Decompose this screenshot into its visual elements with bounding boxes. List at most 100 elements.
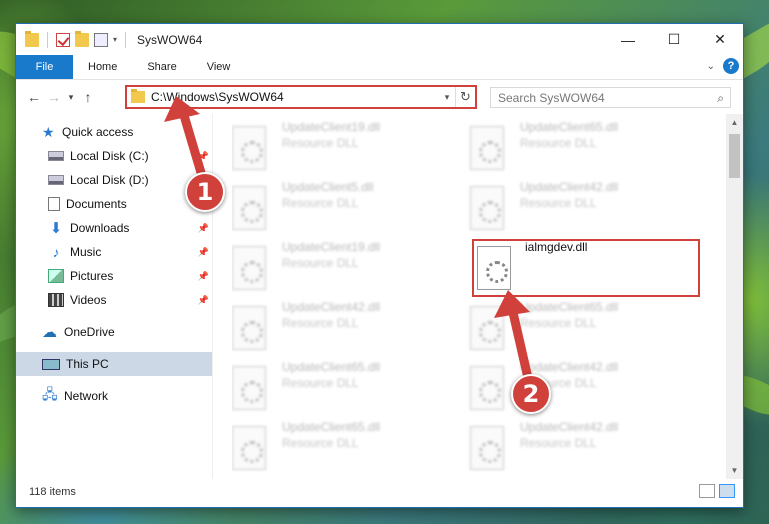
file-name: UpdateClient65.dll <box>282 360 381 374</box>
back-arrow-icon[interactable]: ← <box>24 89 44 105</box>
tab-home[interactable]: Home <box>73 55 132 79</box>
file-item[interactable]: UpdateClient42.dll Resource DLL <box>470 360 700 416</box>
dll-file-icon <box>470 426 504 470</box>
pin-icon[interactable]: 📌 <box>198 223 209 234</box>
sidebar-item-label: Downloads <box>70 221 130 235</box>
file-name: UpdateClient5.dll <box>282 180 374 194</box>
sidebar-item-network[interactable]: 🖧 Network <box>16 384 212 408</box>
sidebar-item-local-disk-c[interactable]: Local Disk (C:) 📌 <box>16 144 212 168</box>
tab-view[interactable]: View <box>192 55 246 79</box>
vertical-scrollbar[interactable]: ▲ ▼ <box>726 114 743 479</box>
customize-icon[interactable] <box>94 32 108 47</box>
divider <box>47 31 48 48</box>
sidebar-item-videos[interactable]: Videos 📌 <box>16 288 212 312</box>
pin-icon[interactable]: 📌 <box>198 295 209 306</box>
window-title: SysWOW64 <box>137 32 203 47</box>
pin-icon[interactable]: 📌 <box>198 151 209 162</box>
address-dropdown-icon[interactable]: ▾ <box>439 92 455 103</box>
sidebar-item-label: Documents <box>66 197 127 211</box>
close-button[interactable]: ✕ <box>697 24 743 55</box>
file-name: UpdateClient42.dll <box>520 180 619 194</box>
star-icon: ★ <box>42 123 55 140</box>
sidebar-item-documents[interactable]: Documents 📌 <box>16 192 212 216</box>
file-type: Resource DLL <box>520 316 597 330</box>
maximize-button[interactable]: ☐ <box>651 24 697 55</box>
sidebar-item-downloads[interactable]: ⬇ Downloads 📌 <box>16 216 212 240</box>
minimize-button[interactable]: — <box>605 24 651 55</box>
step-badge-1: 1 <box>185 172 225 212</box>
new-folder-icon[interactable] <box>75 30 89 47</box>
file-name: UpdateClient42.dll <box>520 360 619 374</box>
scroll-up-icon[interactable]: ▲ <box>726 114 743 131</box>
sidebar-item-music[interactable]: ♪ Music 📌 <box>16 240 212 264</box>
ribbon-tabs: File Home Share View ⌄ ? <box>16 55 743 80</box>
ribbon-controls: ⌄ ? <box>707 58 739 74</box>
file-name: UpdateClient19.dll <box>282 120 381 134</box>
forward-arrow-icon[interactable]: → <box>44 89 64 105</box>
sidebar-item-label: Videos <box>70 293 107 307</box>
sidebar-item-label: Quick access <box>62 125 134 139</box>
file-item[interactable]: UpdateClient65.dll Resource DLL <box>470 300 700 356</box>
file-item[interactable]: UpdateClient65.dll Resource DLL <box>470 120 700 176</box>
address-bar[interactable]: C:\Windows\SysWOW64 ▾ ↻ <box>125 85 477 109</box>
sidebar-item-local-disk-d[interactable]: Local Disk (D:) 📌 <box>16 168 212 192</box>
file-item[interactable]: UpdateClient5.dll Resource DLL <box>232 180 462 236</box>
help-icon[interactable]: ? <box>723 58 739 74</box>
sidebar-item-onedrive[interactable]: ☁ OneDrive <box>16 320 212 344</box>
file-name: UpdateClient42.dll <box>282 300 381 314</box>
sidebar-item-this-pc[interactable]: This PC <box>16 352 212 376</box>
file-item[interactable]: UpdateClient42.dll Resource DLL <box>232 300 462 356</box>
address-path[interactable]: C:\Windows\SysWOW64 <box>151 90 439 104</box>
film-icon <box>48 293 64 307</box>
tab-file[interactable]: File <box>16 55 73 79</box>
search-input[interactable]: Search SysWOW64 ⌕ <box>490 87 731 108</box>
dll-file-icon <box>232 366 266 410</box>
pin-icon[interactable]: 📌 <box>198 247 209 258</box>
properties-check-icon[interactable] <box>56 32 70 47</box>
tab-share[interactable]: Share <box>132 55 191 79</box>
file-item[interactable]: UpdateClient65.dll Resource DLL <box>232 360 462 416</box>
folder-icon[interactable] <box>25 30 39 47</box>
file-name: UpdateClient65.dll <box>520 300 619 314</box>
dll-file-icon <box>232 426 266 470</box>
download-arrow-icon: ⬇ <box>49 220 63 237</box>
dll-file-icon <box>232 186 266 230</box>
file-item[interactable]: UpdateClient42.dll Resource DLL <box>470 420 700 476</box>
scrollbar-thumb[interactable] <box>729 134 740 178</box>
dll-file-icon <box>232 246 266 290</box>
customize-dropdown-icon[interactable]: ▾ <box>113 35 117 44</box>
file-item[interactable]: UpdateClient65.dll Resource DLL <box>232 420 462 476</box>
quick-access-toolbar: ▾ <box>16 30 129 48</box>
step-badge-2: 2 <box>511 374 551 414</box>
pane-divider[interactable] <box>212 114 213 479</box>
sidebar-item-label: This PC <box>66 357 109 371</box>
up-arrow-icon[interactable]: ↑ <box>78 89 98 105</box>
status-bar: 118 items <box>16 477 743 507</box>
document-icon <box>48 197 60 211</box>
file-type: Resource DLL <box>520 436 597 450</box>
sidebar-item-pictures[interactable]: Pictures 📌 <box>16 264 212 288</box>
sidebar-item-label: Music <box>70 245 102 259</box>
file-item[interactable]: UpdateClient42.dll Resource DLL <box>470 180 700 236</box>
music-note-icon: ♪ <box>52 244 60 260</box>
item-count: 118 items <box>29 486 76 498</box>
large-icons-view-icon[interactable] <box>719 484 735 498</box>
recent-locations-icon[interactable]: ▾ <box>64 92 78 103</box>
file-type: Resource DLL <box>282 256 359 270</box>
expand-ribbon-icon[interactable]: ⌄ <box>707 61 715 72</box>
pin-icon[interactable]: 📌 <box>198 271 209 282</box>
drive-icon <box>48 151 64 161</box>
file-item[interactable]: UpdateClient19.dll Resource DLL <box>232 120 462 176</box>
refresh-icon[interactable]: ↻ <box>455 87 475 107</box>
file-name: UpdateClient65.dll <box>520 120 619 134</box>
navigation-pane: ★ Quick access Local Disk (C:) 📌 Local D… <box>16 114 212 479</box>
dll-file-icon <box>470 126 504 170</box>
file-item[interactable]: UpdateClient19.dll Resource DLL <box>232 240 462 296</box>
address-row: ← → ▾ ↑ C:\Windows\SysWOW64 ▾ ↻ Search S… <box>16 80 743 114</box>
sidebar-item-quick-access[interactable]: ★ Quick access <box>16 120 212 144</box>
search-icon: ⌕ <box>717 91 724 105</box>
file-explorer-window: ▾ SysWOW64 — ☐ ✕ File Home Share View ⌄ … <box>15 23 744 508</box>
dll-file-icon <box>470 186 504 230</box>
details-view-icon[interactable] <box>699 484 715 498</box>
title-bar: ▾ SysWOW64 — ☐ ✕ <box>16 24 743 55</box>
